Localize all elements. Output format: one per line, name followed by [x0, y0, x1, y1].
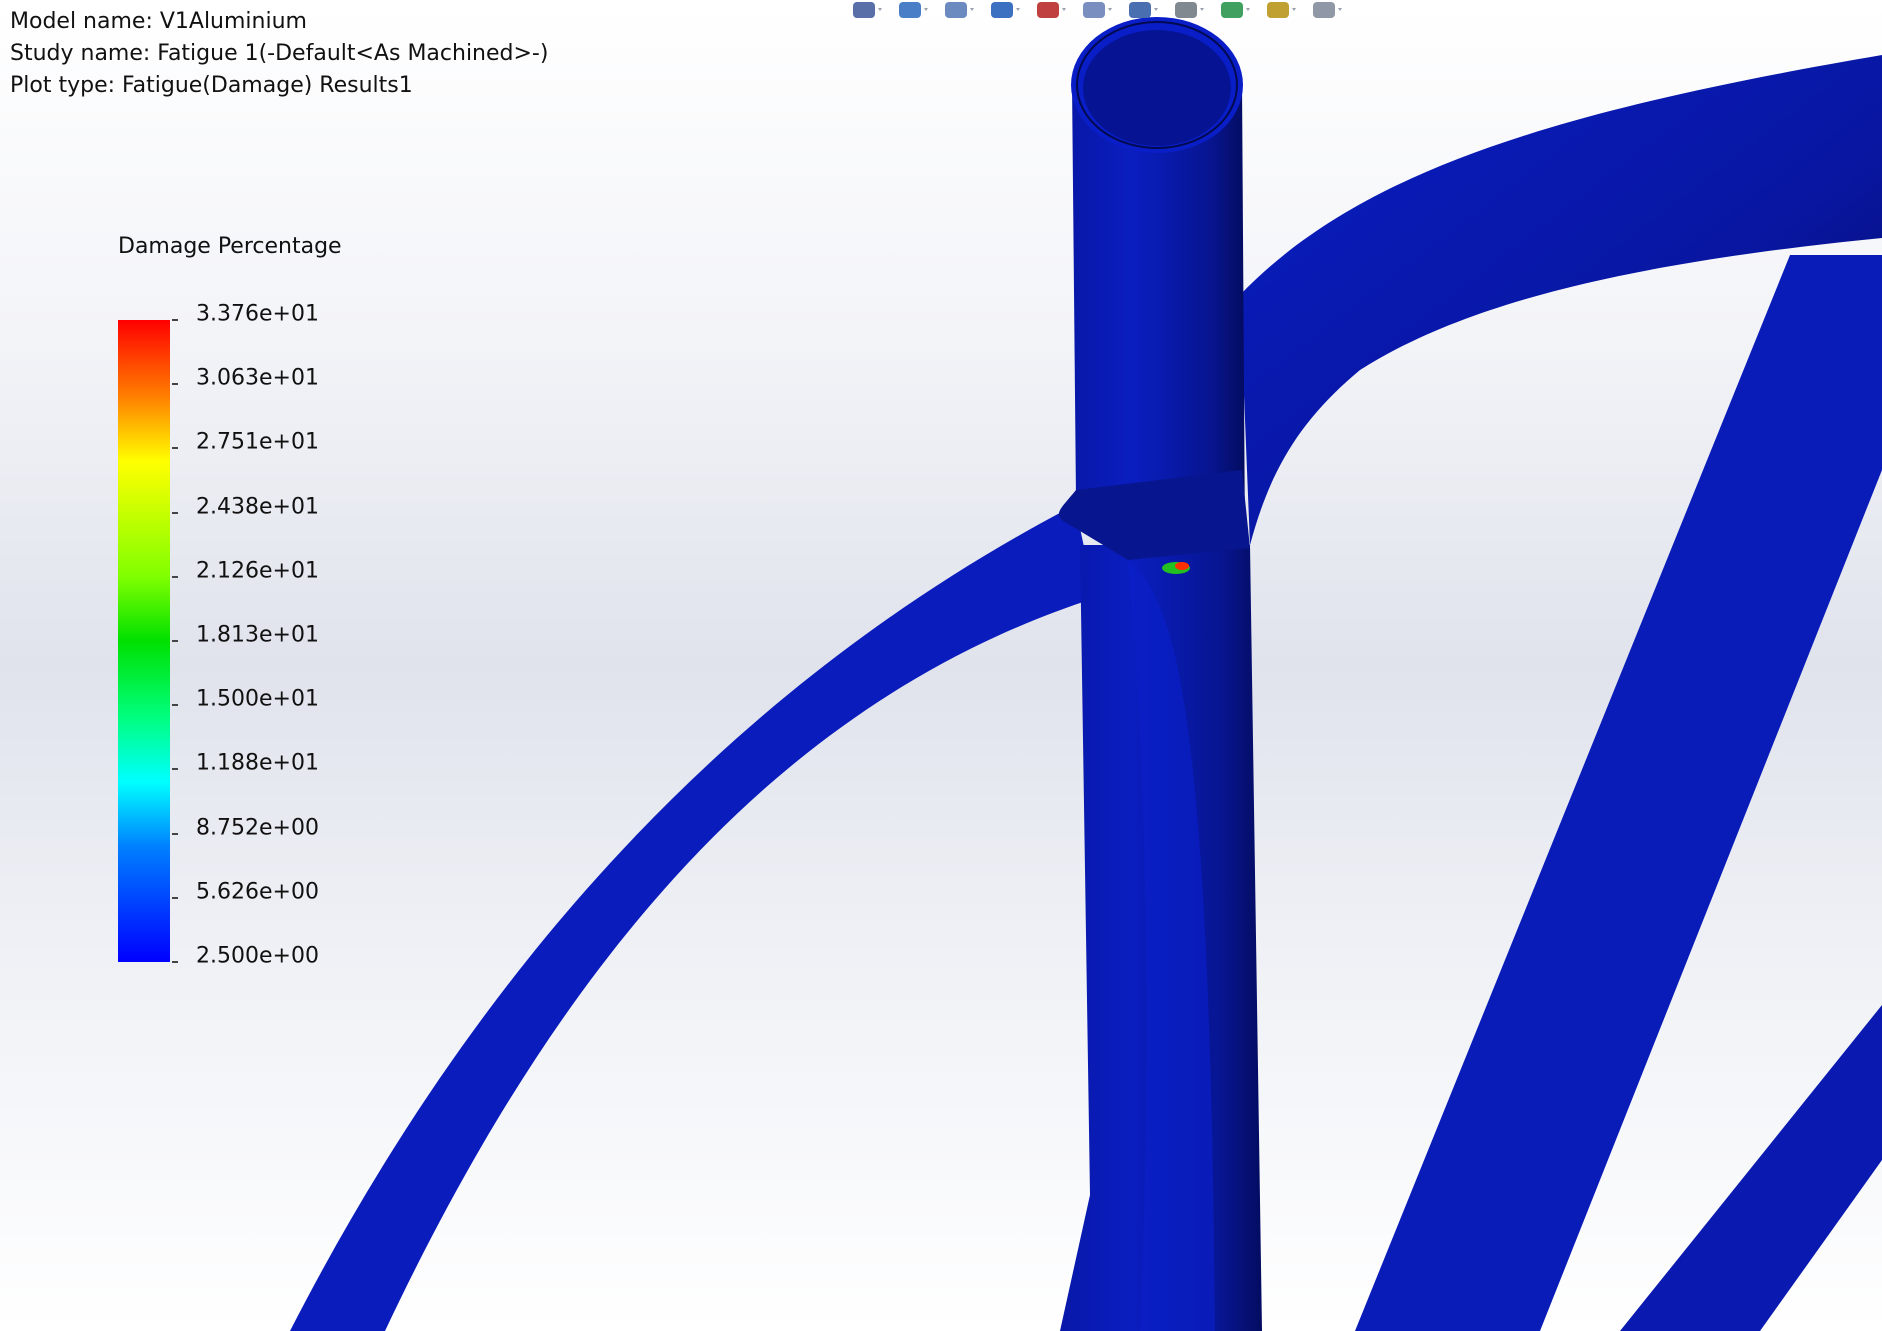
apply-scene-icon[interactable]	[1264, 0, 1300, 22]
display-style-icon[interactable]	[1126, 0, 1162, 22]
legend-label: 3.063e+01	[196, 365, 319, 391]
plot-info: Model name: V1Aluminium Study name: Fati…	[10, 6, 548, 102]
model-name: Model name: V1Aluminium	[10, 9, 307, 34]
legend-label: 2.751e+01	[196, 429, 319, 455]
legend-tick	[172, 832, 178, 835]
legend-label: 2.438e+01	[196, 494, 319, 520]
previous-view-icon[interactable]	[942, 0, 978, 22]
tube-opening-inner	[1083, 30, 1231, 146]
legend-label: 5.626e+00	[196, 879, 319, 905]
legend-label: 1.500e+01	[196, 686, 319, 712]
legend-tick	[172, 768, 178, 771]
chain-stay	[1620, 1005, 1882, 1331]
legend-label: 2.500e+00	[196, 943, 319, 969]
seat-stay	[290, 505, 1095, 1331]
legend-tick	[172, 704, 178, 707]
hide-show-items-icon[interactable]	[1172, 0, 1208, 22]
view-orientation-icon[interactable]	[1080, 0, 1116, 22]
legend-label: 2.126e+01	[196, 558, 319, 584]
legend-tick	[172, 319, 178, 321]
legend-label: 1.188e+01	[196, 750, 319, 776]
frame-model[interactable]	[0, 0, 1882, 1331]
legend-tick	[172, 447, 178, 450]
plot-type: Plot type: Fatigue(Damage) Results1	[10, 73, 413, 98]
zoom-area-icon[interactable]	[896, 0, 932, 22]
view-settings-icon[interactable]	[1310, 0, 1346, 22]
legend-label: 1.813e+01	[196, 622, 319, 648]
legend-tick	[172, 575, 178, 578]
legend-tick	[172, 511, 178, 514]
legend-label: 8.752e+00	[196, 815, 319, 841]
legend-tick	[172, 640, 178, 642]
study-name: Study name: Fatigue 1(-Default<As Machin…	[10, 41, 549, 66]
damage-hotspot-peak	[1175, 562, 1189, 570]
section-view-icon[interactable]	[988, 0, 1024, 22]
legend-label: 3.376e+01	[196, 301, 319, 327]
zoom-to-fit-icon[interactable]	[850, 0, 886, 22]
legend-tick	[172, 383, 178, 386]
edit-appearance-icon[interactable]	[1218, 0, 1254, 22]
legend-colorbar	[118, 320, 170, 962]
legend-tick	[172, 896, 178, 899]
heads-up-toolbar	[850, 0, 1346, 24]
legend-title: Damage Percentage	[118, 234, 342, 259]
legend-tick	[172, 961, 178, 963]
graphics-viewport[interactable]	[0, 0, 1882, 1331]
dynamic-annotation-icon[interactable]	[1034, 0, 1070, 22]
